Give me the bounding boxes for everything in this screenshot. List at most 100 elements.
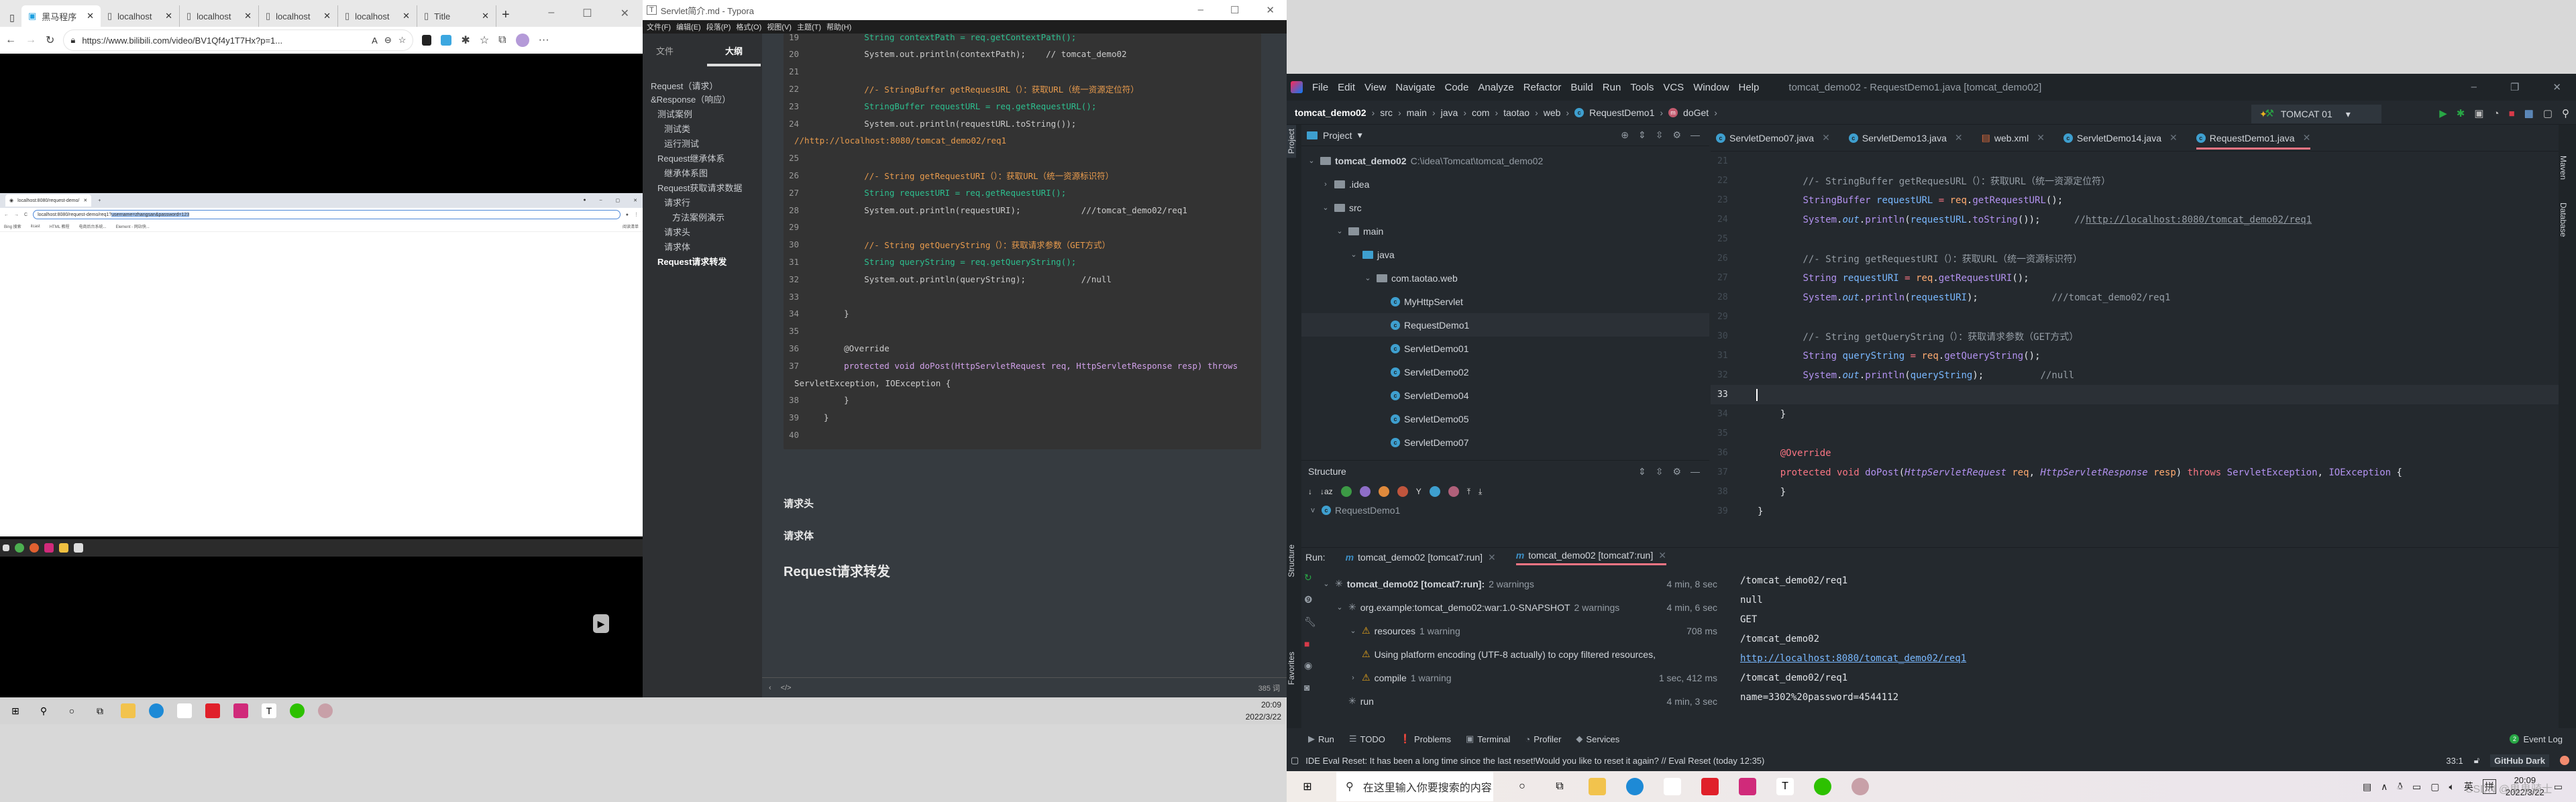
memory-indicator-icon[interactable] (2560, 756, 2569, 765)
browser-tab[interactable]: ▯ Title ✕ (417, 5, 496, 27)
tool-window-profiler[interactable]: ◔ Profiler (1525, 734, 1561, 744)
breadcrumb-item[interactable]: taotao (1503, 107, 1529, 118)
menu-item[interactable]: Build (1570, 82, 1593, 93)
inherited-icon[interactable] (1340, 486, 1352, 497)
close-tab-icon[interactable]: ✕ (482, 11, 489, 21)
browser-tab[interactable]: ▯ localhost ✕ (101, 5, 180, 27)
heading-request-header[interactable]: 请求头 (784, 496, 814, 510)
menu-item[interactable]: VCS (1663, 82, 1684, 93)
lambdas-filter-icon[interactable]: Y (1416, 487, 1421, 496)
typora-editor[interactable]: 19 String contextPath = req.getContextPa… (762, 32, 1287, 697)
breadcrumb-item[interactable]: src (1380, 107, 1393, 118)
console-link[interactable]: http://localhost:8080/tomcat_demo02/req1 (1740, 648, 2545, 668)
minimize-button[interactable]: – (2471, 81, 2477, 93)
bilibili-play-icon[interactable]: ▶ (593, 614, 609, 633)
wechat-icon[interactable] (290, 703, 305, 718)
left-clock[interactable]: 20:09 2022/3/22 (1246, 699, 1281, 723)
database-tool-tab[interactable]: Database (2559, 198, 2568, 241)
editor-tab[interactable]: ▤ web.xml ✕ (1982, 132, 2045, 144)
chevron-down-icon[interactable]: ⌄ (1335, 603, 1344, 612)
close-button[interactable]: ✕ (1266, 4, 1275, 16)
run-tab[interactable]: m tomcat_demo02 [tomcat7:run] ✕ (1515, 550, 1666, 565)
terminal-window-icon[interactable]: ▢ (2543, 107, 2553, 119)
outline-item[interactable]: 请求体 (651, 241, 762, 254)
tool-window-todo[interactable]: ☰ TODO (1349, 734, 1385, 744)
menu-item[interactable]: 格式(O) (736, 21, 761, 32)
build-tree-item[interactable]: ⌄ ✳ org.example:tomcat_demo02:war:1.0-SNAP… (1322, 595, 1724, 619)
tree-item[interactable]: c ServletDemo05 (1301, 407, 1709, 431)
build-tree-item[interactable]: ⚠ Using platform encoding (UTF-8 actually… (1322, 642, 1724, 666)
outline-item[interactable]: 方法案例演示 (651, 211, 762, 225)
tree-item[interactable]: c MyHttpServlet (1301, 290, 1709, 313)
anonymous-icon[interactable] (1429, 486, 1440, 497)
tab-actions-icon[interactable]: ▯ (3, 8, 21, 27)
sort-visibility-icon[interactable]: ↓ (1308, 487, 1312, 496)
event-log[interactable]: 2 Event Log (2510, 734, 2563, 744)
collections-icon[interactable]: ⧉ (498, 34, 506, 46)
stop-icon[interactable]: ■ (1304, 638, 1316, 649)
build-tree-item[interactable]: ✳ run 4 min, 3 sec (1322, 689, 1724, 713)
extension-bilibili-icon[interactable] (441, 35, 452, 46)
close-button[interactable]: ✕ (621, 7, 629, 20)
editor-tab[interactable]: c ServletDemo07.java ✕ (1716, 132, 1830, 144)
read-aloud-icon[interactable]: A (372, 36, 378, 46)
editor-tab[interactable]: c RequestDemo1.java ✕ (2196, 132, 2311, 150)
browser-tab[interactable]: ▣ 黑马程序 ✕ (21, 5, 101, 27)
hide-icon[interactable]: — (1690, 129, 1700, 141)
favorites-tool-tab[interactable]: Favorites (1287, 648, 1296, 689)
task-view-icon[interactable]: ⧉ (93, 703, 107, 718)
cortana-icon[interactable]: ○ (1513, 778, 1531, 795)
outline-item[interactable]: 继承体系图 (651, 167, 762, 180)
menu-item[interactable]: Help (1739, 82, 1760, 93)
menu-item[interactable]: Edit (1338, 82, 1355, 93)
youdao-icon[interactable] (1701, 778, 1719, 795)
coverage-icon[interactable]: ▣ (2474, 107, 2483, 119)
close-tab-icon[interactable]: ✕ (2037, 132, 2045, 144)
tree-item[interactable]: ⌄ com.taotao.web (1301, 266, 1709, 290)
browser-tab[interactable]: ▯ localhost ✕ (259, 5, 338, 27)
close-tab-icon[interactable]: ✕ (323, 11, 331, 21)
breadcrumb-item[interactable]: main (1407, 107, 1427, 118)
tab-outline[interactable]: 大纲 (707, 44, 761, 66)
new-tab-button[interactable]: + (496, 7, 510, 27)
code-editor[interactable]: 21 22 //- StringBuffer getRequesURL（）：获取U… (1711, 152, 2559, 517)
view-icon[interactable]: ◉ (1304, 660, 1316, 671)
hide-icon[interactable]: — (1690, 466, 1700, 477)
taskbar-search-box[interactable]: ⚲ 在这里输入你要搜索的内容 (1336, 772, 1493, 801)
chevron-down-icon[interactable]: ⌄ (1321, 203, 1330, 212)
wrench-icon[interactable]: 🔧︎ (1304, 616, 1316, 628)
build-tree-item[interactable]: › ⚠ compile 1 warning 1 sec, 412 ms (1322, 666, 1724, 689)
sort-alpha-icon[interactable]: ↓az (1320, 487, 1333, 496)
structure-root[interactable]: v c RequestDemo1 (1301, 501, 1709, 520)
menu-item[interactable]: Navigate (1395, 82, 1435, 93)
structure-tool-tab[interactable]: Structure (1287, 540, 1296, 581)
extensions-icon[interactable]: ✱ (461, 34, 470, 47)
chevron-down-icon[interactable]: ⌄ (1322, 579, 1331, 588)
close-tab-icon[interactable]: ✕ (2303, 132, 2311, 144)
outline-item[interactable]: 运行测试 (651, 137, 762, 151)
notification-icon[interactable]: ▭ (2554, 781, 2563, 793)
typora-icon[interactable]: T (262, 703, 276, 718)
editor-tab[interactable]: c ServletDemo13.java ✕ (1848, 132, 1963, 144)
tree-item[interactable]: ⌄ main (1301, 219, 1709, 243)
close-tab-icon[interactable]: ✕ (1822, 132, 1830, 144)
qq-icon[interactable]: 🐧︎ (2397, 781, 2403, 793)
collapse-all-icon[interactable]: ⇳ (1656, 466, 1664, 477)
camera-icon[interactable]: ◙ (1304, 682, 1316, 693)
minimize-button[interactable]: – (1198, 4, 1203, 16)
close-tab-icon[interactable]: ✕ (1955, 132, 1963, 144)
lambda-icon[interactable] (1448, 486, 1459, 497)
video-area-top[interactable] (0, 54, 643, 193)
menu-item[interactable]: Refactor (1523, 82, 1562, 93)
outline-item[interactable]: 请求头 (651, 226, 762, 239)
news-icon[interactable]: ▤ (2363, 781, 2371, 793)
breadcrumb-item[interactable]: doGet (1683, 107, 1709, 118)
expand-all-icon[interactable]: ⇕ (1638, 466, 1646, 477)
build-tree-item[interactable]: ⌄ ⚠ resources 1 warning 708 ms (1322, 619, 1724, 642)
wechat-icon[interactable] (1814, 778, 1831, 795)
fields-icon[interactable] (1378, 486, 1389, 497)
app-bunny-icon[interactable] (1851, 778, 1869, 795)
build-tree-item[interactable]: ⌄ ✳ tomcat_demo02 [tomcat7:run]: 2 warnings… (1322, 572, 1724, 595)
project-tool-tab[interactable]: Project (1287, 125, 1296, 158)
app-face-icon[interactable] (1664, 778, 1681, 795)
